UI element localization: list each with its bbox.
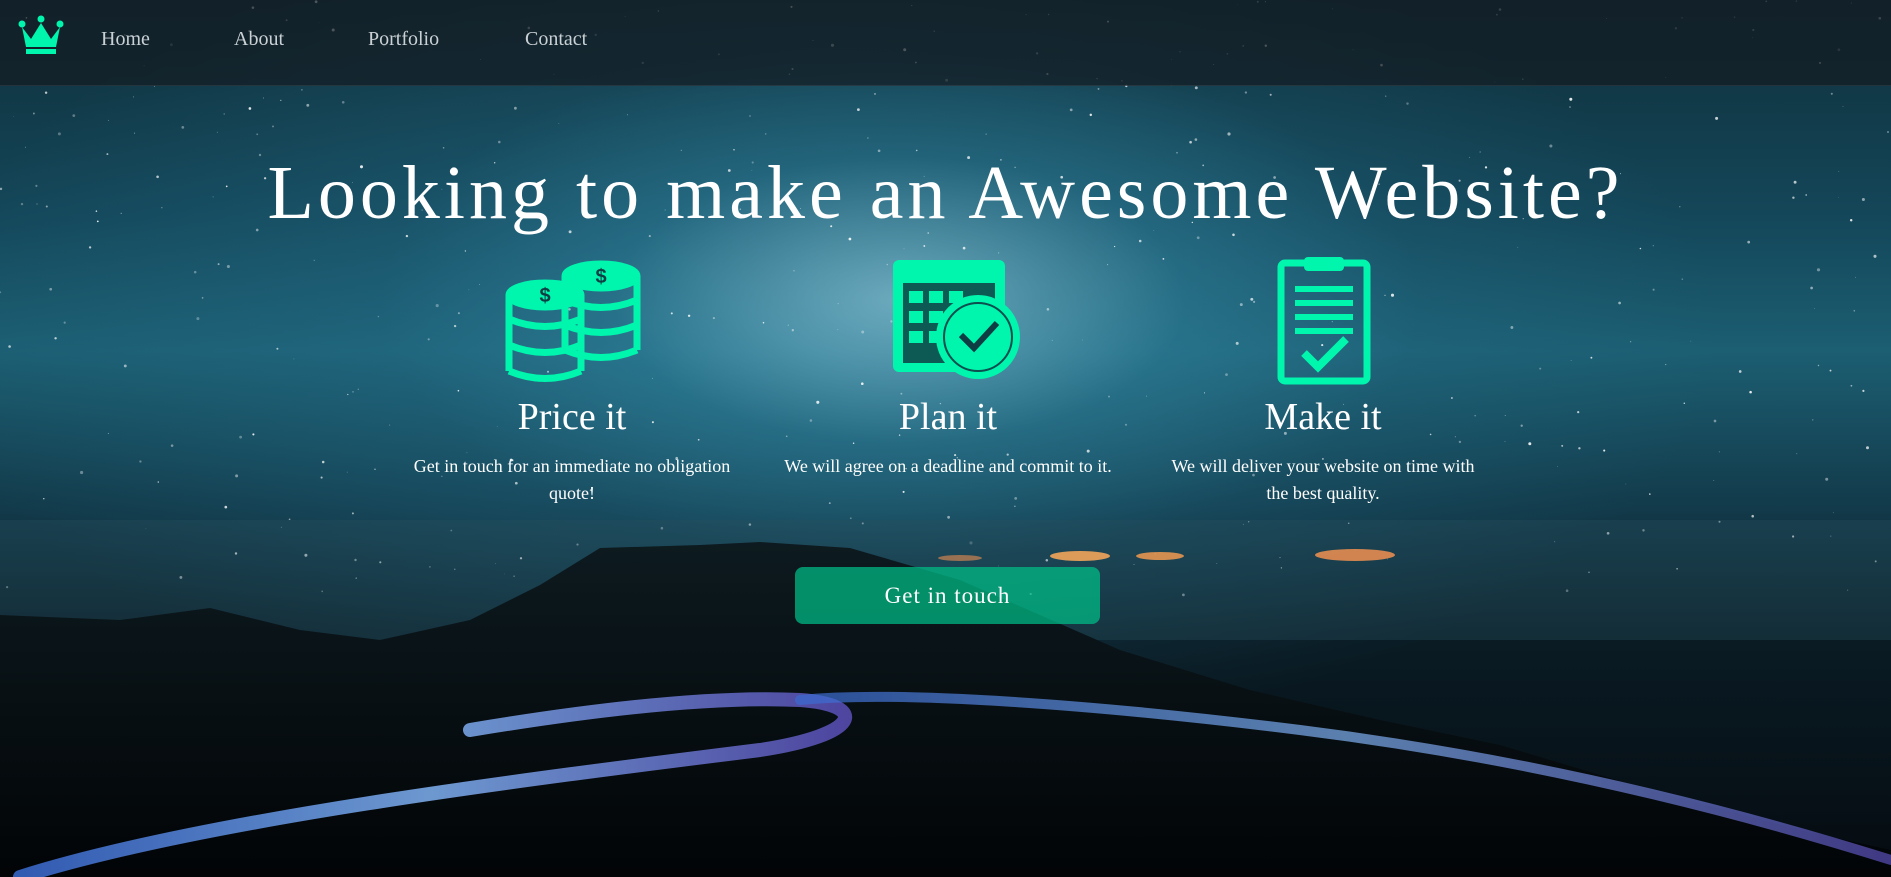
nav-link-portfolio[interactable]: Portfolio (368, 28, 439, 51)
hero-title: Looking to make an Awesome Website? (267, 151, 1624, 235)
nav-link-home[interactable]: Home (101, 28, 150, 51)
feature-description: We will agree on a deadline and commit t… (784, 456, 1112, 476)
feature-make: Make it We will deliver your website on … (1153, 255, 1493, 507)
coins-icon: $ $ (505, 260, 641, 382)
feature-title: Plan it (898, 396, 998, 438)
calendar-clock-icon (893, 260, 1020, 379)
svg-text:$: $ (539, 285, 550, 307)
get-in-touch-button[interactable]: Get in touch (795, 567, 1100, 624)
svg-text:$: $ (595, 266, 606, 288)
feature-title: Price it (517, 396, 627, 438)
nav-link-contact[interactable]: Contact (525, 28, 587, 51)
feature-description: Get in touch for an immediate no obligat… (413, 456, 731, 503)
top-navbar: Home About Portfolio Contact (0, 0, 1891, 86)
feature-description: We will deliver your website on time wit… (1171, 456, 1475, 503)
feature-price: $ $ Price it Get in touch for an immedia… (402, 255, 742, 507)
crown-icon[interactable] (18, 15, 64, 55)
feature-plan: Plan it We will agree on a deadline and … (778, 255, 1118, 480)
feature-title: Make it (1264, 396, 1382, 438)
nav-link-about[interactable]: About (234, 28, 284, 51)
clipboard-check-icon (1277, 257, 1371, 385)
